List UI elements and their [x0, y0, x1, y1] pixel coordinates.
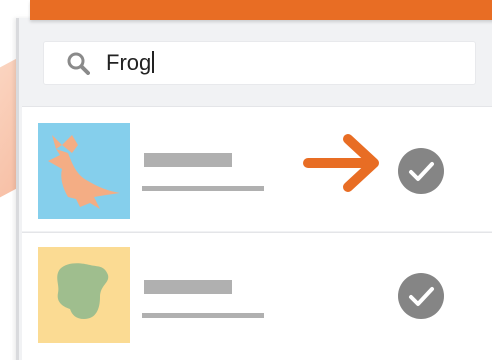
- bird-image: [38, 123, 130, 219]
- header-bar: [30, 0, 492, 20]
- text-caret: [152, 51, 155, 73]
- result-row[interactable]: [22, 106, 492, 231]
- search-input-value: Frog: [106, 50, 152, 75]
- screen: Frog: [0, 0, 492, 360]
- subtitle-placeholder: [142, 313, 264, 318]
- blob-image: [38, 247, 130, 343]
- subtitle-placeholder: [142, 186, 264, 191]
- arrow-right-icon: [302, 133, 380, 193]
- search-icon: [66, 51, 90, 75]
- title-placeholder: [144, 280, 232, 294]
- check-icon[interactable]: [398, 273, 444, 319]
- check-icon[interactable]: [398, 148, 444, 194]
- search-input[interactable]: Frog: [106, 50, 155, 76]
- search-bar[interactable]: Frog: [44, 42, 475, 84]
- result-row[interactable]: [22, 232, 492, 360]
- title-placeholder: [144, 153, 232, 167]
